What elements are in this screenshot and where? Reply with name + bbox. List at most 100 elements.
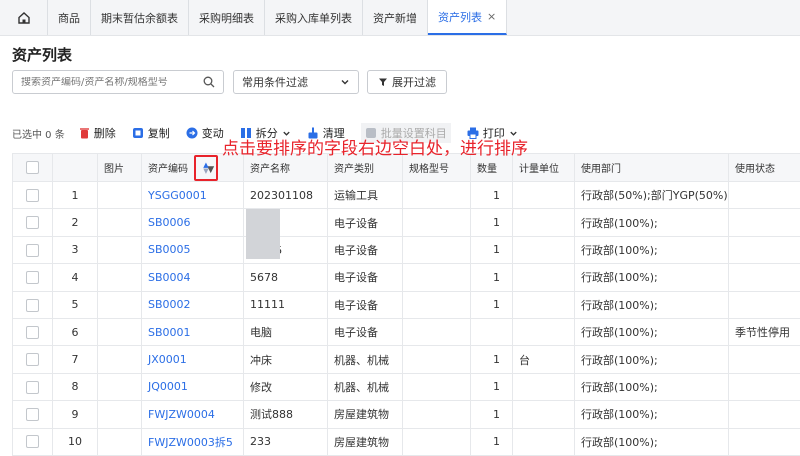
row-asset-category: 电子设备 bbox=[327, 317, 403, 347]
row-asset-category: 电子设备 bbox=[327, 208, 403, 237]
row-unit bbox=[512, 290, 575, 319]
row-asset-code[interactable]: SB0005 bbox=[141, 235, 244, 265]
row-asset-code[interactable]: YSGG0001 bbox=[141, 180, 244, 210]
table-row[interactable]: 5 SB0002 11111 电子设备 1 行政部(100%); bbox=[12, 290, 800, 319]
table-row[interactable]: 4 SB0004 5678 电子设备 1 行政部(100%); bbox=[12, 263, 800, 292]
row-asset-code[interactable]: JX0001 bbox=[141, 345, 244, 374]
delete-button[interactable]: 删除 bbox=[79, 125, 116, 141]
row-asset-name: 5678 bbox=[243, 263, 328, 292]
search-input[interactable] bbox=[21, 76, 203, 88]
table-row[interactable]: 2SB00067I5电子设备1行政部(100%); bbox=[12, 208, 800, 237]
home-icon bbox=[17, 11, 30, 24]
tab-goods[interactable]: 商品 bbox=[48, 0, 91, 35]
row-select-cell[interactable] bbox=[12, 208, 53, 237]
table-row[interactable]: 1 YSGG0001 202301108 运输工具 1 行政部(50%);部门YGP(50… bbox=[12, 180, 800, 210]
copy-button[interactable]: 复制 bbox=[132, 125, 170, 141]
row-asset-category: 运输工具 bbox=[327, 180, 403, 210]
row-image bbox=[97, 317, 142, 347]
row-unit bbox=[512, 263, 575, 292]
redacted-mask bbox=[246, 209, 280, 259]
row-index: 7 bbox=[52, 345, 98, 374]
tab-ending-estimate[interactable]: 期末暂估余额表 bbox=[91, 0, 189, 35]
header-department[interactable]: 使用部门 bbox=[574, 153, 729, 182]
trash-icon bbox=[79, 128, 89, 139]
tab-purchase-detail[interactable]: 采购明细表 bbox=[189, 0, 265, 35]
select-all-cell[interactable] bbox=[12, 153, 53, 182]
tab-asset-list[interactable]: 资产列表 × bbox=[428, 0, 508, 35]
header-index bbox=[52, 153, 98, 182]
row-image bbox=[97, 180, 142, 210]
row-asset-category: 机器、机械 bbox=[327, 372, 403, 402]
row-select-cell[interactable] bbox=[12, 427, 53, 456]
row-select-cell[interactable] bbox=[12, 400, 53, 429]
row-image bbox=[97, 235, 142, 265]
row-checkbox[interactable] bbox=[26, 243, 39, 257]
row-select-cell[interactable] bbox=[12, 290, 53, 319]
row-unit bbox=[512, 208, 575, 237]
table-row[interactable]: 6 SB0001 电脑 电子设备 行政部(100%); 季节性停用 bbox=[12, 317, 800, 347]
row-checkbox[interactable] bbox=[26, 271, 39, 285]
row-image bbox=[97, 290, 142, 319]
row-checkbox[interactable] bbox=[26, 216, 39, 230]
row-asset-code[interactable]: JQ0001 bbox=[141, 372, 244, 402]
row-checkbox[interactable] bbox=[26, 435, 39, 449]
filter-select[interactable]: 常用条件过滤 bbox=[233, 70, 359, 94]
row-index: 5 bbox=[52, 290, 98, 319]
row-checkbox[interactable] bbox=[26, 298, 39, 312]
row-asset-code[interactable]: SB0001 bbox=[141, 317, 244, 347]
table-row[interactable]: 9 FWJZW0004 测试888 房屋建筑物 1 行政部(100%); bbox=[12, 400, 800, 429]
row-select-cell[interactable] bbox=[12, 345, 53, 374]
row-checkbox[interactable] bbox=[26, 353, 39, 367]
row-select-cell[interactable] bbox=[12, 235, 53, 265]
row-quantity: 1 bbox=[470, 180, 513, 210]
page-title: 资产列表 bbox=[12, 46, 73, 64]
expand-filter-button[interactable]: 展开过滤 bbox=[367, 70, 447, 94]
row-checkbox[interactable] bbox=[26, 408, 39, 422]
row-checkbox[interactable] bbox=[26, 380, 39, 394]
row-checkbox[interactable] bbox=[26, 325, 39, 339]
change-button[interactable]: 变动 bbox=[186, 125, 224, 141]
tab-asset-add[interactable]: 资产新增 bbox=[363, 0, 428, 35]
search-icon[interactable] bbox=[203, 76, 215, 88]
row-asset-name: 233 bbox=[243, 427, 328, 456]
row-spec bbox=[402, 235, 471, 265]
row-spec bbox=[402, 208, 471, 237]
table-row[interactable]: 7 JX0001 冲床 机器、机械 1 台行政部(100%); bbox=[12, 345, 800, 374]
row-index: 3 bbox=[52, 235, 98, 265]
row-select-cell[interactable] bbox=[12, 180, 53, 210]
row-asset-code[interactable]: FWJZW0003拆5 bbox=[141, 427, 244, 456]
row-spec bbox=[402, 400, 471, 429]
header-status[interactable]: 使用状态 bbox=[728, 153, 800, 182]
row-index: 9 bbox=[52, 400, 98, 429]
row-select-cell[interactable] bbox=[12, 263, 53, 292]
row-spec bbox=[402, 427, 471, 456]
row-asset-code[interactable]: SB0002 bbox=[141, 290, 244, 319]
row-quantity: 1 bbox=[470, 235, 513, 265]
row-asset-code[interactable]: SB0006 bbox=[141, 208, 244, 237]
select-all-checkbox[interactable] bbox=[26, 161, 39, 174]
row-index: 2 bbox=[52, 208, 98, 237]
row-asset-code[interactable]: FWJZW0004 bbox=[141, 400, 244, 429]
row-asset-name: 测试888 bbox=[243, 400, 328, 429]
row-status bbox=[728, 263, 800, 292]
row-spec bbox=[402, 263, 471, 292]
tab-purchase-inbound[interactable]: 采购入库单列表 bbox=[265, 0, 363, 35]
sort-indicator[interactable]: ▲ ▼ bbox=[194, 155, 218, 181]
row-asset-code[interactable]: SB0004 bbox=[141, 263, 244, 292]
row-asset-name: 冲床 bbox=[243, 345, 328, 374]
row-department: 行政部(100%); bbox=[574, 208, 729, 237]
table-row[interactable]: 10 FWJZW0003拆5 233 房屋建筑物 1 行政部(100%); bbox=[12, 427, 800, 456]
row-select-cell[interactable] bbox=[12, 372, 53, 402]
table-row[interactable]: 3SB0005记本I5电子设备1行政部(100%); bbox=[12, 235, 800, 265]
row-department: 行政部(100%); bbox=[574, 235, 729, 265]
row-asset-category: 房屋建筑物 bbox=[327, 427, 403, 456]
row-checkbox[interactable] bbox=[26, 188, 39, 202]
sort-desc-icon: ▼ bbox=[203, 167, 209, 175]
header-image[interactable]: 图片 bbox=[97, 153, 142, 182]
table-row[interactable]: 8 JQ0001 修改 机器、机械 1 行政部(100%); bbox=[12, 372, 800, 402]
row-select-cell[interactable] bbox=[12, 317, 53, 347]
close-icon[interactable]: × bbox=[487, 10, 496, 23]
home-tab[interactable] bbox=[0, 0, 48, 35]
row-asset-name: 电脑 bbox=[243, 317, 328, 347]
row-quantity: 1 bbox=[470, 290, 513, 319]
